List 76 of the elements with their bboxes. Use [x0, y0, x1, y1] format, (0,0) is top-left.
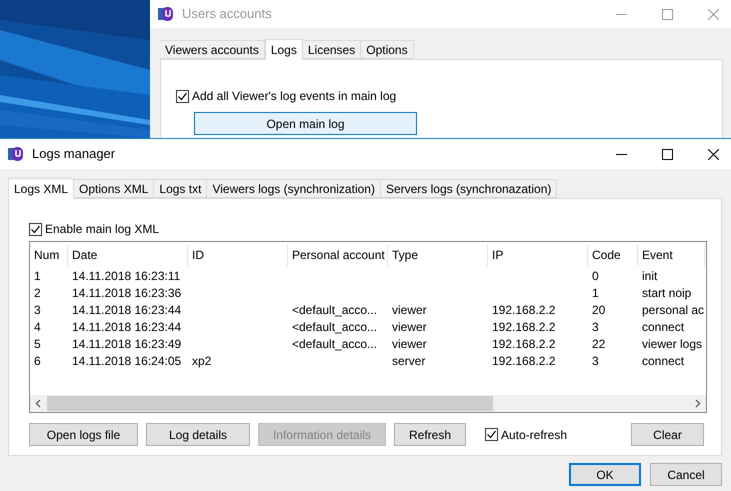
column-header[interactable]: Event — [638, 244, 705, 266]
window-title: Logs manager — [32, 145, 116, 164]
table-cell-text: 5 — [33, 336, 42, 352]
table-cell-text: connect — [641, 318, 686, 336]
button[interactable]: Clear — [631, 423, 704, 446]
table-cell-text: 6 — [33, 352, 42, 370]
table-cell-text: viewer logs — [641, 336, 704, 352]
column-header[interactable]: Type — [388, 244, 488, 266]
button[interactable]: Open logs file — [29, 423, 138, 446]
table-cell-text: xp2 — [191, 352, 212, 370]
scrollbar-thumb[interactable] — [47, 396, 493, 411]
tab[interactable]: Logs XML — [8, 178, 74, 199]
scroll-right-icon[interactable] — [694, 399, 701, 408]
column-header[interactable]: Code — [588, 244, 638, 266]
table-cell-text: 14.11.2018 16:23:44 — [71, 302, 182, 318]
column-header[interactable]: Num — [30, 244, 68, 266]
table-cell-text: 3 — [591, 318, 600, 336]
table-cell-text: 3 — [33, 302, 42, 318]
open-main-log-button[interactable]: Open main log — [194, 112, 417, 135]
column-header[interactable]: ID — [188, 244, 288, 266]
table-cell-text: 1 — [591, 284, 600, 302]
table-cell-text: 192.168.2.2 — [491, 352, 556, 370]
table-cell-text: <default_acco... — [291, 336, 378, 352]
tab[interactable]: Viewers accounts — [160, 40, 265, 59]
checkbox[interactable] — [176, 90, 189, 102]
table-cell-text: viewer — [391, 336, 428, 352]
table-cell-text: 192.168.2.2 — [491, 302, 556, 318]
table-cell-text: start noip — [641, 284, 692, 302]
tab[interactable]: Logs txt — [154, 179, 208, 198]
column-header[interactable]: Personal account — [288, 244, 388, 266]
table-cell-text: 1 — [33, 268, 42, 284]
table-cell-text: server — [391, 352, 426, 370]
table-cell-text: 14.11.2018 16:23:11 — [71, 268, 182, 284]
table-cell-text: viewer — [391, 318, 428, 336]
tab[interactable]: Options XML — [74, 179, 154, 198]
tab[interactable]: Options — [361, 40, 414, 59]
table-cell-text: 192.168.2.2 — [491, 336, 556, 352]
checkbox-label: Enable main log XML — [45, 221, 160, 238]
maximize-icon[interactable] — [662, 148, 673, 160]
table-cell-text: 3 — [591, 352, 600, 370]
table-cell-text: connect — [641, 352, 686, 370]
table-cell-text: 14.11.2018 16:24:05 — [71, 352, 182, 370]
app-icon — [158, 6, 174, 22]
table-cell-text: 2 — [33, 284, 42, 302]
app-icon — [8, 146, 24, 162]
button[interactable]: Cancel — [650, 463, 722, 486]
button[interactable]: Log details — [146, 423, 250, 446]
table-cell-text: 4 — [33, 318, 42, 336]
tab[interactable]: Servers logs (synchronazation) — [380, 179, 558, 198]
tab[interactable]: Logs — [264, 39, 303, 60]
scroll-left-icon[interactable] — [35, 399, 42, 408]
checkbox[interactable] — [29, 222, 42, 236]
table-cell-text: 192.168.2.2 — [491, 318, 556, 336]
table-cell-text: <default_acco... — [291, 302, 378, 318]
table-cell-text: 0 — [591, 268, 600, 284]
table-cell-text: 22 — [591, 336, 606, 352]
table-cell-text: <default_acco... — [291, 318, 378, 336]
checkbox[interactable] — [485, 428, 498, 441]
column-header[interactable]: Date — [68, 244, 188, 266]
table-cell-text: 14.11.2018 16:23:36 — [71, 284, 182, 302]
horizontal-scrollbar[interactable] — [30, 395, 706, 412]
window-title: Users accounts — [182, 5, 272, 24]
table-cell-text: viewer — [391, 302, 428, 318]
tab[interactable]: Licenses — [302, 40, 362, 59]
checkbox-label: Auto-refresh — [501, 426, 568, 444]
table-cell-text: personal ac — [641, 302, 705, 318]
close-icon[interactable] — [708, 148, 719, 160]
tab[interactable]: Viewers logs (synchronization) — [207, 179, 381, 198]
checkbox-label: Add all Viewer's log events in main log — [192, 88, 396, 105]
table-cell-text: 14.11.2018 16:23:44 — [71, 318, 182, 336]
table-cell-text: 14.11.2018 16:23:49 — [71, 336, 182, 352]
button[interactable]: Refresh — [394, 423, 466, 446]
table-cell-text: init — [641, 268, 658, 284]
button[interactable]: OK — [569, 463, 641, 486]
column-header[interactable]: IP — [488, 244, 588, 266]
table-cell-text: 20 — [591, 302, 606, 318]
